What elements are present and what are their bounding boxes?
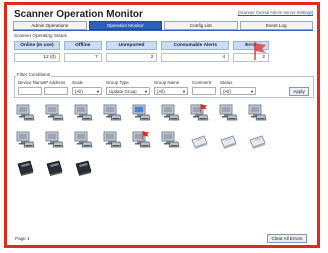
device-row (15, 130, 315, 150)
status-online-label: Online (In use) (14, 41, 60, 50)
tab-bar: Admin Operations Operation Monitor Confi… (13, 21, 313, 30)
status-unreported-value: 2 (105, 53, 158, 62)
scanner-pc-icon[interactable] (131, 103, 151, 123)
device-name-input[interactable] (18, 87, 42, 95)
chevron-down-icon: ▼ (182, 88, 186, 94)
group-type-select[interactable]: Update Group ▼ (106, 87, 150, 95)
scanner-pc-icon[interactable] (247, 103, 267, 123)
black-scanner-icon[interactable] (73, 157, 93, 177)
scanner-pc-icon[interactable] (160, 103, 180, 123)
scanner-pc-icon[interactable] (73, 103, 93, 123)
status-online[interactable]: Online (In use) 12 (0) (14, 41, 60, 65)
scale-value: (All) (75, 88, 83, 94)
chevron-down-icon: ▼ (250, 88, 254, 94)
scanner-pc-icon[interactable] (218, 103, 238, 123)
scanner-pc-icon[interactable] (160, 130, 180, 150)
scanner-pc-icon[interactable] (102, 130, 122, 150)
ip-address-input[interactable] (44, 87, 68, 95)
tab-admin-operations[interactable]: Admin Operations (13, 21, 87, 30)
tab-event-log[interactable]: Event Log (239, 21, 313, 30)
status-value: (All) (223, 88, 231, 94)
status-unreported[interactable]: Unreported 2 (105, 41, 158, 65)
group-name-select[interactable]: (All) ▼ (154, 87, 188, 95)
status-panel: Online (In use) 12 (0) Offline 7 Unrepor… (14, 41, 269, 65)
desktop-scanner-icon[interactable] (218, 130, 238, 150)
tab-config-list[interactable]: Config List (164, 21, 238, 30)
status-consumable-alerts[interactable]: Consumable Alerts 4 (161, 41, 230, 65)
server-settings-link[interactable]: [Scanner Central Admin Server Settings] (238, 10, 313, 15)
main-window: Scanner Operation Monitor [Scanner Centr… (4, 2, 320, 248)
status-select[interactable]: (All) ▼ (220, 87, 256, 95)
device-row (15, 157, 315, 177)
ip-address-label: IP Address (44, 80, 66, 85)
filter-legend: Filter Conditions (16, 72, 52, 77)
apply-button[interactable]: Apply (289, 87, 309, 96)
status-offline-value: 7 (63, 53, 102, 62)
chevron-down-icon: ▼ (96, 88, 100, 94)
black-scanner-icon[interactable] (15, 157, 35, 177)
status-consumable-value: 4 (161, 53, 230, 62)
status-consumable-label: Consumable Alerts (161, 41, 230, 50)
desktop-scanner-icon[interactable] (247, 130, 267, 150)
error-flag-icon (254, 42, 266, 60)
device-name-label: Device Name (18, 80, 45, 85)
comment-input[interactable] (192, 87, 216, 95)
scanner-pc-icon[interactable] (44, 130, 64, 150)
group-name-value: (All) (157, 88, 165, 94)
comment-label: Comment (192, 80, 212, 85)
status-offline[interactable]: Offline 7 (63, 41, 102, 65)
black-scanner-icon[interactable] (44, 157, 64, 177)
group-name-label: Group Name (154, 80, 180, 85)
scanner-pc-icon[interactable] (102, 103, 122, 123)
page-title: Scanner Operation Monitor (14, 9, 143, 20)
scale-select[interactable]: (All) ▼ (72, 87, 102, 95)
group-type-label: Group Type (106, 80, 129, 85)
status-offline-label: Offline (63, 41, 102, 50)
scanner-pc-icon[interactable] (15, 103, 35, 123)
scanner-pc-icon[interactable] (15, 130, 35, 150)
scanner-pc-icon[interactable] (73, 130, 93, 150)
scanner-pc-icon[interactable] (44, 103, 64, 123)
status-section-label: Scanner Operating Status (14, 33, 67, 38)
scanner-pc-icon[interactable] (131, 130, 151, 150)
clear-all-errors-button[interactable]: Clear All Errors (267, 234, 307, 243)
device-row (15, 103, 315, 123)
tab-operation-monitor[interactable]: Operation Monitor (88, 21, 162, 30)
status-label: Status (220, 80, 233, 85)
group-type-value: Update Group (109, 88, 137, 94)
scale-label: Scale (72, 80, 83, 85)
device-grid (15, 103, 315, 184)
desktop-scanner-icon[interactable] (189, 130, 209, 150)
tab-divider (13, 30, 313, 31)
scanner-pc-icon[interactable] (189, 103, 209, 123)
page-indicator: Page 1 (15, 236, 30, 241)
status-online-value: 12 (0) (14, 53, 60, 62)
filter-conditions: Device Name IP Address Scale (All) ▼ Grou… (14, 76, 314, 98)
status-unreported-label: Unreported (105, 41, 158, 50)
chevron-down-icon: ▼ (144, 88, 148, 94)
